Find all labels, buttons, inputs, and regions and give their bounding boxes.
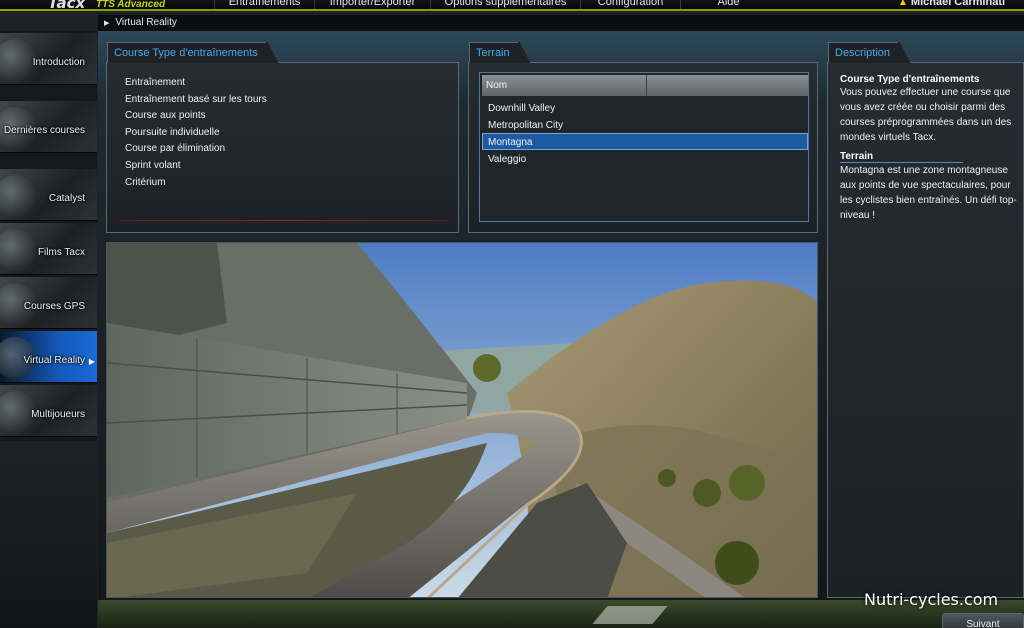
terrain-table-header: Nom [482, 75, 808, 96]
menu-configuration[interactable]: Configuration [580, 0, 680, 9]
sidebar-item-label: Dernières courses [3, 125, 85, 136]
sidebar-item-label: Films Tacx [37, 247, 85, 258]
sidebar-item-label: Introduction [32, 57, 85, 68]
table-row[interactable]: Valeggio [482, 150, 808, 167]
list-item[interactable]: Entraînement [125, 77, 267, 94]
user-name: Michael Carminati [910, 0, 1006, 8]
next-button[interactable]: Suivant [942, 613, 1024, 628]
sidebar-item-multijoueurs[interactable]: Multijoueurs [0, 385, 97, 437]
description-text-type: Vous pouvez effectuer une course que vou… [840, 87, 1012, 143]
tacx-logo: Tacx [48, 0, 86, 11]
sidebar-item-dernieres-courses[interactable]: Dernières courses [0, 101, 97, 153]
list-item[interactable]: Sprint volant [125, 160, 267, 177]
warning-icon: ▲ [898, 0, 908, 8]
column-header-name[interactable]: Nom [482, 75, 647, 96]
film-thumbnail-icon [0, 229, 36, 271]
terrain-rows: Downhill Valley Metropolitan City Montag… [482, 99, 808, 167]
list-item[interactable]: Entraînement basé sur les tours [125, 94, 267, 111]
training-type-list: Entraînement Entraînement basé sur les t… [125, 77, 267, 193]
training-type-panel: Course Type d'entraînements Entraînement… [106, 42, 459, 233]
watermark: Nutri-cycles.com [864, 590, 999, 609]
training-type-tab[interactable]: Course Type d'entraînements [107, 42, 280, 63]
column-header-empty[interactable] [647, 75, 808, 96]
divider [119, 220, 449, 221]
menu-options[interactable]: Options supplémentaires [430, 0, 580, 9]
product-name: TTS Advanced [96, 0, 166, 10]
sidebar-item-introduction[interactable]: Introduction [0, 33, 97, 85]
sidebar-item-label: Catalyst [48, 193, 85, 204]
description-panel: Description Course Type d'entraînements … [827, 42, 1024, 598]
sidebar: Introduction Dernières courses Catalyst … [0, 31, 97, 628]
top-menu-bar: Tacx TTS Advanced Entraînements Importer… [0, 0, 1024, 11]
table-row-selected[interactable]: Montagna [482, 133, 808, 150]
breadcrumb-label: Virtual Reality [115, 17, 177, 28]
breadcrumb: ▶ Virtual Reality [98, 15, 1024, 31]
description-heading-type: Course Type d'entraînements [840, 74, 980, 85]
description-tab[interactable]: Description [828, 42, 913, 63]
mountain-road-scene [107, 243, 817, 597]
sidebar-item-catalyst[interactable]: Catalyst [0, 169, 97, 221]
description-body: Course Type d'entraînements Vous pouvez … [840, 74, 1020, 228]
description-heading-terrain: Terrain [840, 151, 964, 163]
list-item[interactable]: Course aux points [125, 110, 267, 127]
sidebar-item-label: Multijoueurs [31, 409, 85, 420]
introduction-thumbnail-icon [0, 39, 36, 81]
breadcrumb-arrow-icon: ▶ [104, 20, 110, 27]
sidebar-item-label: Virtual Reality [23, 355, 85, 366]
table-row[interactable]: Downhill Valley [482, 99, 808, 116]
table-row[interactable]: Metropolitan City [482, 116, 808, 133]
menu-aide[interactable]: Aide [680, 0, 776, 9]
list-item[interactable]: Critérium [125, 177, 267, 194]
user-profile[interactable]: ▲ Michael Carminati [898, 0, 1005, 8]
sidebar-item-courses-gps[interactable]: Courses GPS [0, 277, 97, 329]
sidebar-filler [0, 441, 97, 628]
sidebar-item-virtual-reality[interactable]: Virtual Reality ▶ [0, 331, 97, 383]
menu-entrainements[interactable]: Entraînements [214, 0, 314, 9]
terrain-table: Nom Downhill Valley Metropolitan City Mo… [479, 72, 809, 222]
sidebar-item-films-tacx[interactable]: Films Tacx [0, 223, 97, 275]
terrain-panel: Terrain Nom Downhill Valley Metropolitan… [468, 42, 818, 233]
description-text-terrain: Montagna est une zone montagneuse aux po… [840, 165, 1017, 221]
catalyst-thumbnail-icon [0, 175, 36, 217]
chevron-right-icon: ▶ [88, 357, 95, 366]
list-item[interactable]: Poursuite individuelle [125, 127, 267, 144]
terrain-preview-image [106, 242, 818, 598]
brand: Tacx TTS Advanced [0, 0, 214, 11]
sidebar-item-label: Courses GPS [23, 301, 85, 312]
menu-importer-exporter[interactable]: Importer/Exporter [314, 0, 430, 9]
list-item[interactable]: Course par élimination [125, 143, 267, 160]
terrain-tab[interactable]: Terrain [469, 42, 532, 63]
